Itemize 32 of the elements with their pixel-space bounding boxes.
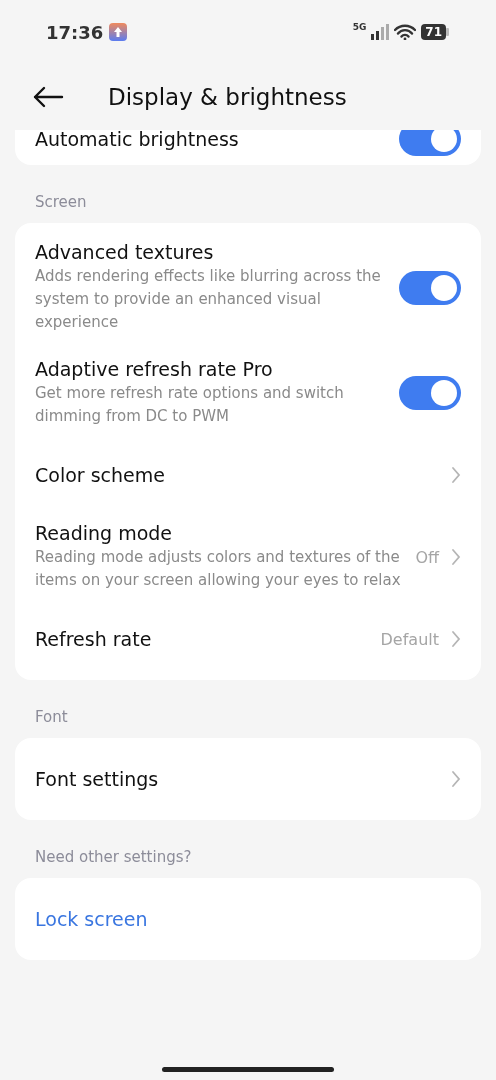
setting-description: Adds rendering effects like blurring across the system to provide an enhanced visual experience [35, 266, 382, 333]
setting-title: Refresh rate [35, 628, 153, 650]
setting-title: Color scheme [35, 464, 166, 486]
link[interactable]: Lock screen [35, 908, 461, 930]
toggle-switch[interactable] [399, 270, 461, 305]
section-label: Need other settings? [34, 847, 193, 868]
section-label: Font [34, 707, 69, 728]
setting-title: Automatic brightness [35, 130, 240, 150]
setting-title: Font settings [35, 768, 160, 790]
setting-value: Default [380, 629, 439, 649]
setting-title: Reading mode [35, 522, 174, 544]
setting-title: Advanced textures [35, 241, 215, 263]
battery-tip-icon [446, 28, 450, 36]
back-button[interactable] [32, 86, 64, 108]
page-title: Display & brightness [108, 84, 347, 110]
chevron-right-icon [451, 630, 461, 648]
chevron-right-icon [451, 770, 461, 788]
toggle-switch[interactable] [399, 130, 461, 156]
setting-title: Adaptive refresh rate Pro [35, 358, 274, 380]
setting-value: Off [415, 547, 439, 567]
network-type: 5G [352, 22, 367, 32]
upload-app-icon [109, 23, 128, 41]
setting-description: Reading mode adjusts colors and textures of the items on your screen allowing your eyes to relax [35, 547, 402, 591]
status-time: 17:36 [46, 21, 104, 43]
section-label: Screen [34, 192, 88, 213]
chevron-right-icon [451, 466, 461, 484]
wifi-icon [394, 24, 417, 40]
chevron-right-icon [451, 548, 461, 566]
battery-level: 71 [421, 24, 446, 40]
toggle-switch[interactable] [399, 376, 461, 410]
setting-description: Get more refresh rate options and switch dimming from DC to PWM [35, 383, 345, 427]
signal-icon [371, 24, 390, 40]
